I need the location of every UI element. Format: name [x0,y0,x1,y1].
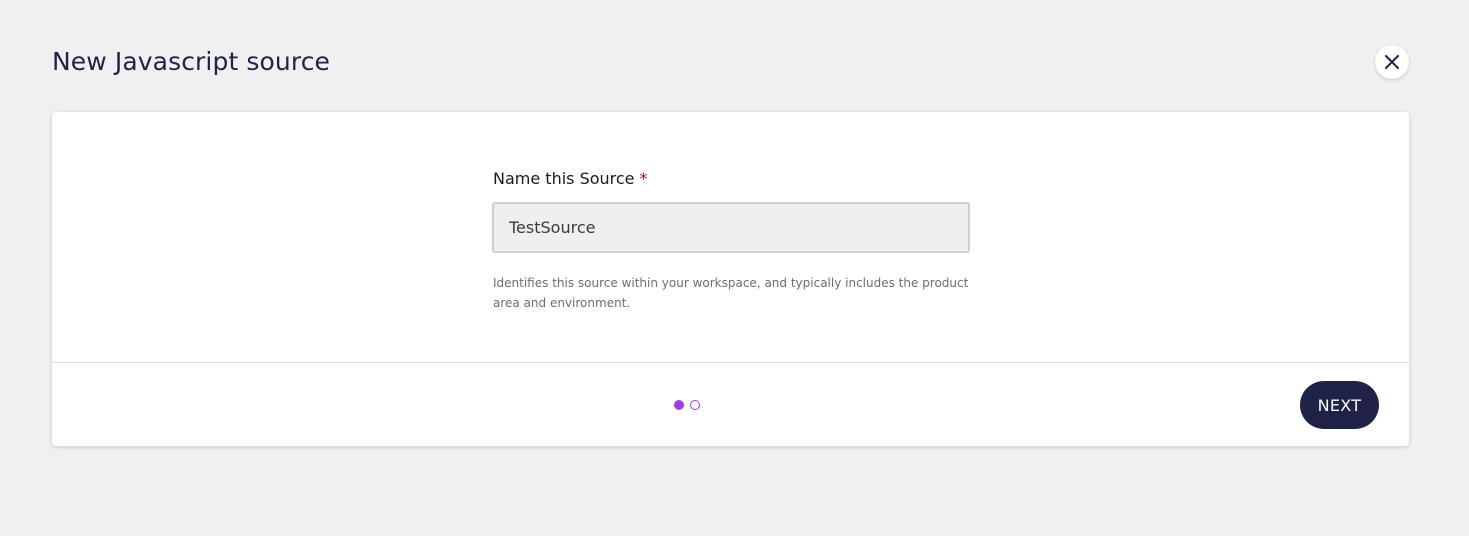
source-name-input[interactable] [492,202,970,253]
next-button[interactable]: NEXT [1300,381,1379,429]
close-icon [1385,55,1399,69]
required-mark: * [639,169,648,188]
step-dot-1 [674,400,684,410]
step-indicator [674,400,700,410]
step-dot-2 [690,400,700,410]
helper-text: Identifies this source within your works… [493,276,969,310]
name-field-label: Name this Source * [493,169,648,188]
source-setup-card: Name this Source* Identifies this source… [52,112,1409,446]
card-body: Name this Source* Identifies this source… [52,112,1409,362]
close-button[interactable] [1375,45,1409,79]
page-title: New Javascript source [52,47,331,76]
divider [52,362,1409,363]
name-field-label-text: Name this Source [493,169,635,188]
